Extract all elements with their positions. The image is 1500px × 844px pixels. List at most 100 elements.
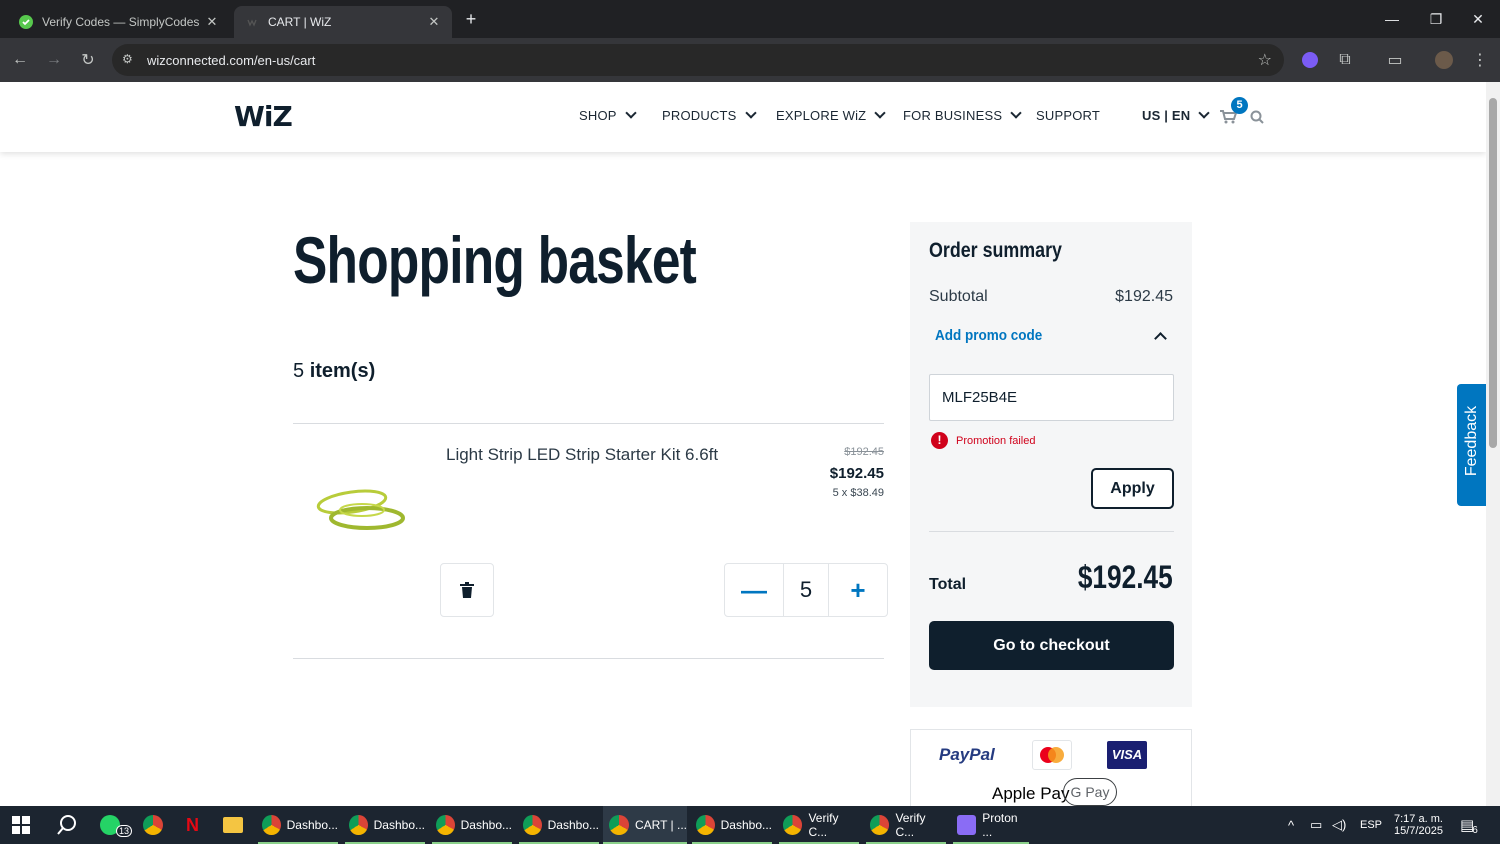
language-selector[interactable]: US | EN [1142,107,1211,123]
taskbar-app-dashboard-4[interactable]: Dashbo... [519,806,599,844]
scrollbar-thumb[interactable] [1489,98,1497,448]
nav-products[interactable]: PRODUCTS [662,107,757,123]
product-title[interactable]: Light Strip LED Strip Starter Kit 6.6ft [446,445,718,465]
tab-title: Verify Codes — SimplyCodes [42,15,200,29]
tab-search-icon[interactable]: ▭ [1383,48,1407,72]
bookmark-star-icon[interactable]: ☆ [1258,50,1272,70]
profile-avatar-icon[interactable] [1432,48,1456,72]
promo-code-input[interactable]: MLF25B4E [929,374,1174,421]
subtotal-label: Subtotal [929,288,988,305]
error-icon: ! [931,432,948,449]
app-label: Dashbo... [286,818,338,832]
browser-tab-strip: Verify Codes — SimplyCodes ✕ CART | WiZ … [0,0,1500,38]
item-count: 5 item(s) [293,360,375,383]
new-tab-button[interactable]: + [460,8,482,30]
divider [929,531,1174,532]
chrome-icon [143,815,163,835]
minimize-icon[interactable]: — [1370,0,1414,38]
browser-toolbar: ← → ↻ ⚙ wizconnected.com/en-us/cart ☆ ⧉ … [0,38,1500,82]
taskbar-app-whatsapp[interactable]: 13 [100,806,136,844]
clock[interactable]: 7:17 a. m. 15/7/2025 [1394,806,1443,844]
windows-taskbar: 13 N Dashbo... Dashbo... Dashbo... Dashb… [0,806,1500,844]
quantity-value[interactable]: 5 [783,564,829,616]
back-icon[interactable]: ← [8,48,32,72]
taskbar-app-proton[interactable]: Proton ... [953,806,1029,844]
wiz-logo[interactable]: WiZ [234,100,293,133]
app-label: Proton ... [982,811,1018,839]
restore-icon[interactable]: ❐ [1414,0,1458,38]
product-image[interactable] [312,482,408,543]
chrome-icon [696,815,715,835]
nav-for-business[interactable]: FOR BUSINESS [903,107,1022,123]
nav-explore-wiz[interactable]: EXPLORE WiZ [776,107,886,123]
taskbar-app-dashboard-1[interactable]: Dashbo... [258,806,338,844]
subtotal-value: $192.45 [1115,288,1173,305]
taskbar-app-dashboard-5[interactable]: Dashbo... [692,806,772,844]
item-count-number: 5 [293,360,305,382]
promo-error-message: ! Promotion failed [931,432,1036,449]
search-taskbar-button[interactable] [56,806,78,844]
reload-icon[interactable]: ↻ [76,48,100,72]
taskbar-app-dashboard-2[interactable]: Dashbo... [345,806,425,844]
network-icon[interactable]: ▭ [1310,806,1322,844]
decrease-quantity-button[interactable]: — [725,564,783,616]
total-label: Total [929,576,967,593]
divider [293,658,884,659]
increase-quantity-button[interactable]: + [829,564,887,616]
tab-cart-wiz[interactable]: CART | WiZ ✕ [234,6,452,38]
tab-verify-codes[interactable]: Verify Codes — SimplyCodes ✕ [8,6,230,38]
chrome-icon [870,815,890,835]
forward-icon[interactable]: → [42,48,66,72]
taskbar-app-netflix[interactable]: N [186,806,199,844]
apply-promo-button[interactable]: Apply [1091,468,1174,509]
app-label: Verify C... [808,811,839,839]
feedback-tab[interactable]: Feedback [1457,384,1486,506]
simplycodes-favicon-icon [18,14,34,30]
taskbar-app-chrome[interactable] [143,806,169,844]
taskbar-app-verify-2[interactable]: Verify C... [866,806,946,844]
cart-count-badge: 5 [1231,97,1248,114]
chevron-down-icon [624,107,637,119]
show-hidden-icons-chevron-icon[interactable]: ^ [1288,806,1294,844]
proton-icon [957,815,977,835]
taskbar-app-explorer[interactable] [223,806,243,844]
add-promo-code-toggle[interactable]: Add promo code [935,327,1042,344]
webpage: WiZ SHOP PRODUCTS EXPLORE WiZ FOR BUSINE… [0,82,1486,806]
url-text: wizconnected.com/en-us/cart [147,52,316,68]
close-window-icon[interactable]: ✕ [1456,0,1500,38]
chevron-up-icon[interactable] [1154,332,1167,345]
extension-purple-icon[interactable] [1298,48,1322,72]
chrome-icon [783,815,803,835]
nav-label: PRODUCTS [662,108,737,123]
checkout-button[interactable]: Go to checkout [929,621,1174,670]
site-header: WiZ SHOP PRODUCTS EXPLORE WiZ FOR BUSINE… [0,82,1486,152]
nav-support[interactable]: SUPPORT [1036,108,1100,123]
volume-icon[interactable]: ◁) [1332,806,1346,844]
close-tab-icon[interactable]: ✕ [426,14,442,30]
clock-time: 7:17 a. m. [1394,813,1443,825]
unit-price: 5 x $38.49 [832,487,884,499]
app-label: Dashbo... [373,818,425,832]
page-title: Shopping basket [293,223,697,297]
taskbar-app-dashboard-3[interactable]: Dashbo... [432,806,512,844]
whatsapp-badge: 13 [116,825,133,837]
page-scrollbar[interactable] [1486,82,1500,806]
taskbar-app-cart[interactable]: CART | ... [603,806,687,844]
chevron-down-icon [1010,107,1022,119]
address-bar[interactable]: ⚙ wizconnected.com/en-us/cart ☆ [112,44,1284,76]
taskbar-app-verify-1[interactable]: Verify C... [779,806,859,844]
remove-item-button[interactable] [440,563,494,617]
close-tab-icon[interactable]: ✕ [204,14,220,30]
language-indicator[interactable]: ESP [1360,806,1382,844]
start-button[interactable] [12,806,30,844]
nav-label: EXPLORE WiZ [776,108,867,123]
promo-error-text: Promotion failed [956,434,1036,447]
site-info-icon[interactable]: ⚙ [122,52,133,66]
search-icon [57,815,76,835]
search-icon[interactable] [1250,110,1264,129]
nav-shop[interactable]: SHOP [579,107,637,123]
extensions-puzzle-icon[interactable]: ⧉ [1333,48,1357,72]
folder-icon [223,817,243,833]
notification-center-icon[interactable]: ▤ 6 [1460,806,1478,844]
menu-kebab-icon[interactable]: ⋮ [1468,48,1492,72]
